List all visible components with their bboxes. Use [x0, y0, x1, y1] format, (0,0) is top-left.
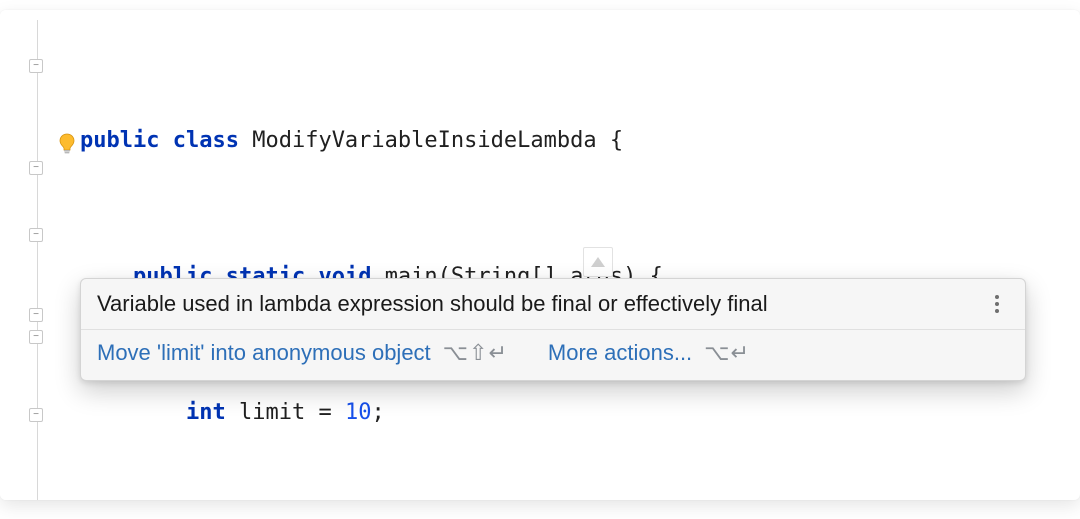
- fold-toggle-icon[interactable]: [29, 59, 43, 73]
- intention-bulb-icon[interactable]: [50, 129, 84, 159]
- run-inlay-icon[interactable]: [583, 247, 613, 277]
- inspection-message: Variable used in lambda expression shoul…: [97, 291, 985, 317]
- fold-toggle-icon[interactable]: [29, 228, 43, 242]
- gutter: [0, 10, 60, 500]
- more-options-icon[interactable]: [985, 295, 1009, 313]
- quickfix-link[interactable]: Move 'limit' into anonymous object ⌥⇧↵: [97, 340, 508, 366]
- shortcut-hint: ⌥⇧↵: [443, 340, 508, 366]
- code-area[interactable]: public class ModifyVariableInsideLambda …: [60, 10, 1080, 500]
- inspection-actions: Move 'limit' into anonymous object ⌥⇧↵ M…: [81, 330, 1025, 380]
- code-line: int limit = 10;: [60, 396, 1080, 430]
- more-actions-link[interactable]: More actions... ⌥↵: [548, 340, 750, 366]
- inspection-header: Variable used in lambda expression shoul…: [81, 279, 1025, 330]
- fold-toggle-icon[interactable]: [29, 161, 43, 175]
- editor-pane[interactable]: public class ModifyVariableInsideLambda …: [0, 10, 1080, 500]
- more-actions-label: More actions...: [548, 340, 692, 366]
- shortcut-hint: ⌥↵: [704, 340, 750, 366]
- code-line: public class ModifyVariableInsideLambda …: [60, 124, 1080, 158]
- fold-toggle-icon[interactable]: [29, 408, 43, 422]
- inspection-tooltip: Variable used in lambda expression shoul…: [80, 278, 1026, 381]
- fold-toggle-icon[interactable]: [29, 330, 43, 344]
- quickfix-label: Move 'limit' into anonymous object: [97, 340, 431, 366]
- fold-toggle-icon[interactable]: [29, 308, 43, 322]
- fold-guide: [37, 20, 38, 500]
